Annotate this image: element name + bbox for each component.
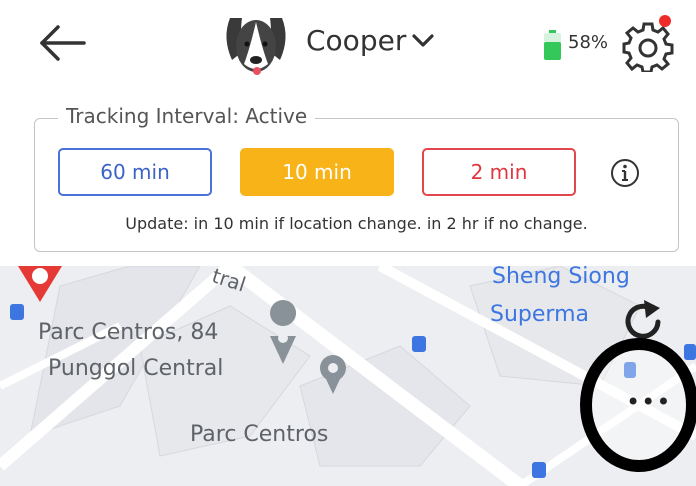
interval-60-button[interactable]: 60 min — [58, 148, 212, 196]
more-icon[interactable]: ••• — [626, 388, 671, 416]
chevron-down-icon[interactable] — [410, 30, 436, 50]
info-icon[interactable] — [610, 158, 640, 188]
refresh-icon[interactable] — [620, 298, 666, 344]
battery-percent: 58% — [568, 32, 609, 53]
tracking-title: Tracking Interval: Active — [58, 104, 316, 128]
dog-avatar-icon — [226, 18, 286, 75]
header: Cooper 58% — [0, 0, 696, 90]
map-label: Superma — [490, 302, 589, 327]
map-label: Punggol Central — [48, 356, 224, 381]
map-label: Parc Centros, 84 — [38, 320, 219, 345]
pet-name[interactable]: Cooper — [306, 24, 406, 57]
battery-icon — [544, 30, 561, 60]
update-text: Update: in 10 min if location change. in… — [125, 214, 588, 233]
interval-10-button[interactable]: 10 min — [240, 148, 394, 196]
map-label: Parc Centros — [190, 422, 329, 447]
interval-2-button[interactable]: 2 min — [422, 148, 576, 196]
back-arrow-icon[interactable] — [34, 18, 90, 68]
notification-dot — [659, 15, 671, 27]
map-label: Sheng Siong — [492, 266, 630, 289]
